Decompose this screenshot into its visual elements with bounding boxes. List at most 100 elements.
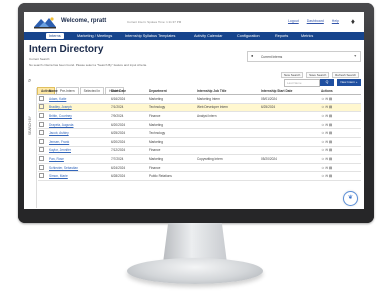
nav-activity-calendar[interactable]: Activity Calendar — [194, 34, 223, 38]
row-checkbox[interactable] — [38, 171, 48, 181]
row-action-icons[interactable]: ☺✉▤ — [320, 128, 361, 138]
internship-start-cell — [260, 171, 320, 181]
intern-name-link[interactable]: Simon, Marie — [48, 171, 110, 181]
table-row[interactable]: Jacob, Ashley 6/25/2024 Technology ☺✉▤ — [38, 128, 361, 138]
intern-name-link[interactable]: Jacob, Ashley — [48, 128, 110, 138]
internship-start-cell — [260, 146, 320, 156]
row-checkbox[interactable] — [38, 128, 48, 138]
table-row[interactable]: Drapela, Augusta 6/20/2024 Marketing ☺✉▤ — [38, 120, 361, 130]
row-checkbox[interactable] — [38, 111, 48, 121]
internship-start-cell: 6/25/2024 — [260, 103, 320, 113]
session-meta: Current Intern: Spokes Time: 1:11:37 PM — [127, 20, 182, 24]
save-search-button[interactable]: Save Search — [306, 72, 330, 78]
refresh-search-button[interactable]: Refresh Search — [332, 72, 359, 78]
internship-start-cell — [260, 120, 320, 130]
row-checkbox[interactable] — [38, 94, 48, 104]
job-title-cell — [196, 120, 260, 130]
intern-name-link[interactable]: Kaylor, Jennifer — [48, 146, 110, 156]
department-cell: Technology — [148, 103, 196, 113]
nav-interns[interactable]: Interns — [46, 33, 64, 39]
intern-name-link[interactable]: Drapela, Augusta — [48, 120, 110, 130]
table-row[interactable]: Pan, Rose 7/7/2024 Marketing Copywriting In… — [38, 154, 361, 164]
row-checkbox[interactable] — [38, 137, 48, 147]
intern-name-link[interactable]: Brittin, Courtney — [48, 111, 110, 121]
start-date-cell: 6/25/2024 — [110, 128, 148, 138]
row-action-icons[interactable]: ☺✉▤ — [320, 103, 361, 113]
table-row[interactable]: Jensen, Frank 6/20/2024 Marketing ☺✉▤ — [38, 137, 361, 147]
start-date-cell: 6/16/2024 — [110, 94, 148, 104]
bell-icon[interactable]: ♦ — [351, 17, 355, 26]
table-row[interactable]: Simon, Marie 6/28/2024 Public Relations ☺✉▤ — [38, 171, 361, 181]
nav-marketing-meetings[interactable]: Marketing / Meetings — [77, 34, 112, 38]
intern-name-link[interactable]: Pan, Rose — [48, 154, 110, 164]
internship-start-cell: 05/01/2024 — [260, 94, 320, 104]
start-date-cell: 6/20/2024 — [110, 137, 148, 147]
internship-start-cell — [260, 137, 320, 147]
intern-name-link[interactable]: Jensen, Frank — [48, 137, 110, 147]
table-row[interactable]: Schlecter, Sebastian 6/24/2024 Finance ☺✉▤ — [38, 163, 361, 173]
job-title-cell — [196, 171, 260, 181]
intern-view-select[interactable]: ● Current Interns ▼ — [247, 51, 361, 62]
department-cell: Marketing — [148, 120, 196, 130]
search-button[interactable]: Q — [320, 79, 334, 86]
job-title-cell — [196, 163, 260, 173]
logout-link[interactable]: Logout — [288, 19, 299, 23]
department-cell: Marketing — [148, 137, 196, 147]
table-row[interactable]: Kaylor, Jennifer 7/12/2024 Finance ☺✉▤ — [38, 146, 361, 156]
intern-table: Name Start Date Department Internship Jo… — [38, 88, 361, 181]
row-action-icons[interactable]: ☺✉▤ — [320, 120, 361, 130]
start-date-cell: 6/20/2024 — [110, 120, 148, 130]
chat-icon[interactable]: ❦ — [343, 191, 358, 206]
table-row[interactable]: Adam, Katie 6/16/2024 Marketing Marketing I… — [38, 94, 361, 104]
current-search-label: Current Search: — [29, 57, 51, 61]
row-checkbox[interactable] — [38, 120, 48, 130]
row-checkbox[interactable] — [38, 103, 48, 113]
help-link[interactable]: Help — [332, 19, 339, 23]
start-date-cell: 6/24/2024 — [110, 163, 148, 173]
intern-name-link[interactable]: Adam, Katie — [48, 94, 110, 104]
new-intern-button[interactable]: New Intern + — [337, 79, 361, 86]
job-title-cell: Analyst Intern — [196, 111, 260, 121]
new-search-button[interactable]: New Search — [280, 72, 304, 78]
internship-start-cell — [260, 128, 320, 138]
row-checkbox[interactable] — [38, 154, 48, 164]
nav-configuration[interactable]: Configuration — [237, 34, 260, 38]
department-cell: Finance — [148, 163, 196, 173]
row-action-icons[interactable]: ☺✉▤ — [320, 146, 361, 156]
main-nav: Interns Marketing / Meetings Internship … — [24, 32, 364, 40]
row-action-icons[interactable]: ☺✉▤ — [320, 137, 361, 147]
top-links: Logout Dashboard Help — [281, 19, 339, 23]
intern-view-value: Current Interns — [261, 54, 283, 59]
department-cell: Finance — [148, 146, 196, 156]
logo-icon — [34, 17, 56, 29]
intern-name-link[interactable]: Schlecter, Sebastian — [48, 163, 110, 173]
job-title-cell: Copywriting Intern — [196, 154, 260, 164]
internship-start-cell: 05/20/2024 — [260, 154, 320, 164]
row-action-icons[interactable]: ☺✉▤ — [320, 171, 361, 181]
search-by-panel-toggle[interactable]: SEARCH BY — [27, 88, 37, 208]
nav-syllabus-templates[interactable]: Internship Syllabus Templates — [125, 34, 175, 38]
nav-metrics[interactable]: Metrics — [301, 34, 313, 38]
row-action-icons[interactable]: ☺✉▤ — [320, 163, 361, 173]
intern-name-link[interactable]: Bradley, Joseph — [48, 103, 110, 113]
table-row[interactable]: Bradley, Joseph 7/1/2024 Technology Web Dev… — [38, 103, 361, 113]
row-action-icons[interactable]: ☺✉▤ — [320, 154, 361, 164]
app-header: Welcome, rpratt Current Intern: Spokes T… — [24, 12, 364, 32]
row-action-icons[interactable]: ☺✉▤ — [320, 94, 361, 104]
department-cell: Marketing — [148, 154, 196, 164]
row-action-icons[interactable]: ☺✉▤ — [320, 111, 361, 121]
dashboard-link[interactable]: Dashboard — [307, 19, 324, 23]
search-actions: New Search Save Search Refresh Search — [279, 72, 359, 78]
row-checkbox[interactable] — [38, 163, 48, 173]
job-title-cell: Web Developer Intern — [196, 103, 260, 113]
search-input[interactable]: Last Name — [284, 79, 320, 87]
table-row[interactable]: Brittin, Courtney 7/9/2024 Finance Analyst … — [38, 111, 361, 121]
job-title-cell — [196, 137, 260, 147]
row-checkbox[interactable] — [38, 146, 48, 156]
monitor-stand-neck — [163, 223, 227, 263]
search-icon[interactable]: ⌕ — [28, 78, 31, 85]
internship-start-cell — [260, 111, 320, 121]
nav-reports[interactable]: Reports — [275, 34, 288, 38]
screen: Welcome, rpratt Current Intern: Spokes T… — [24, 12, 364, 209]
start-date-cell: 7/7/2024 — [110, 154, 148, 164]
